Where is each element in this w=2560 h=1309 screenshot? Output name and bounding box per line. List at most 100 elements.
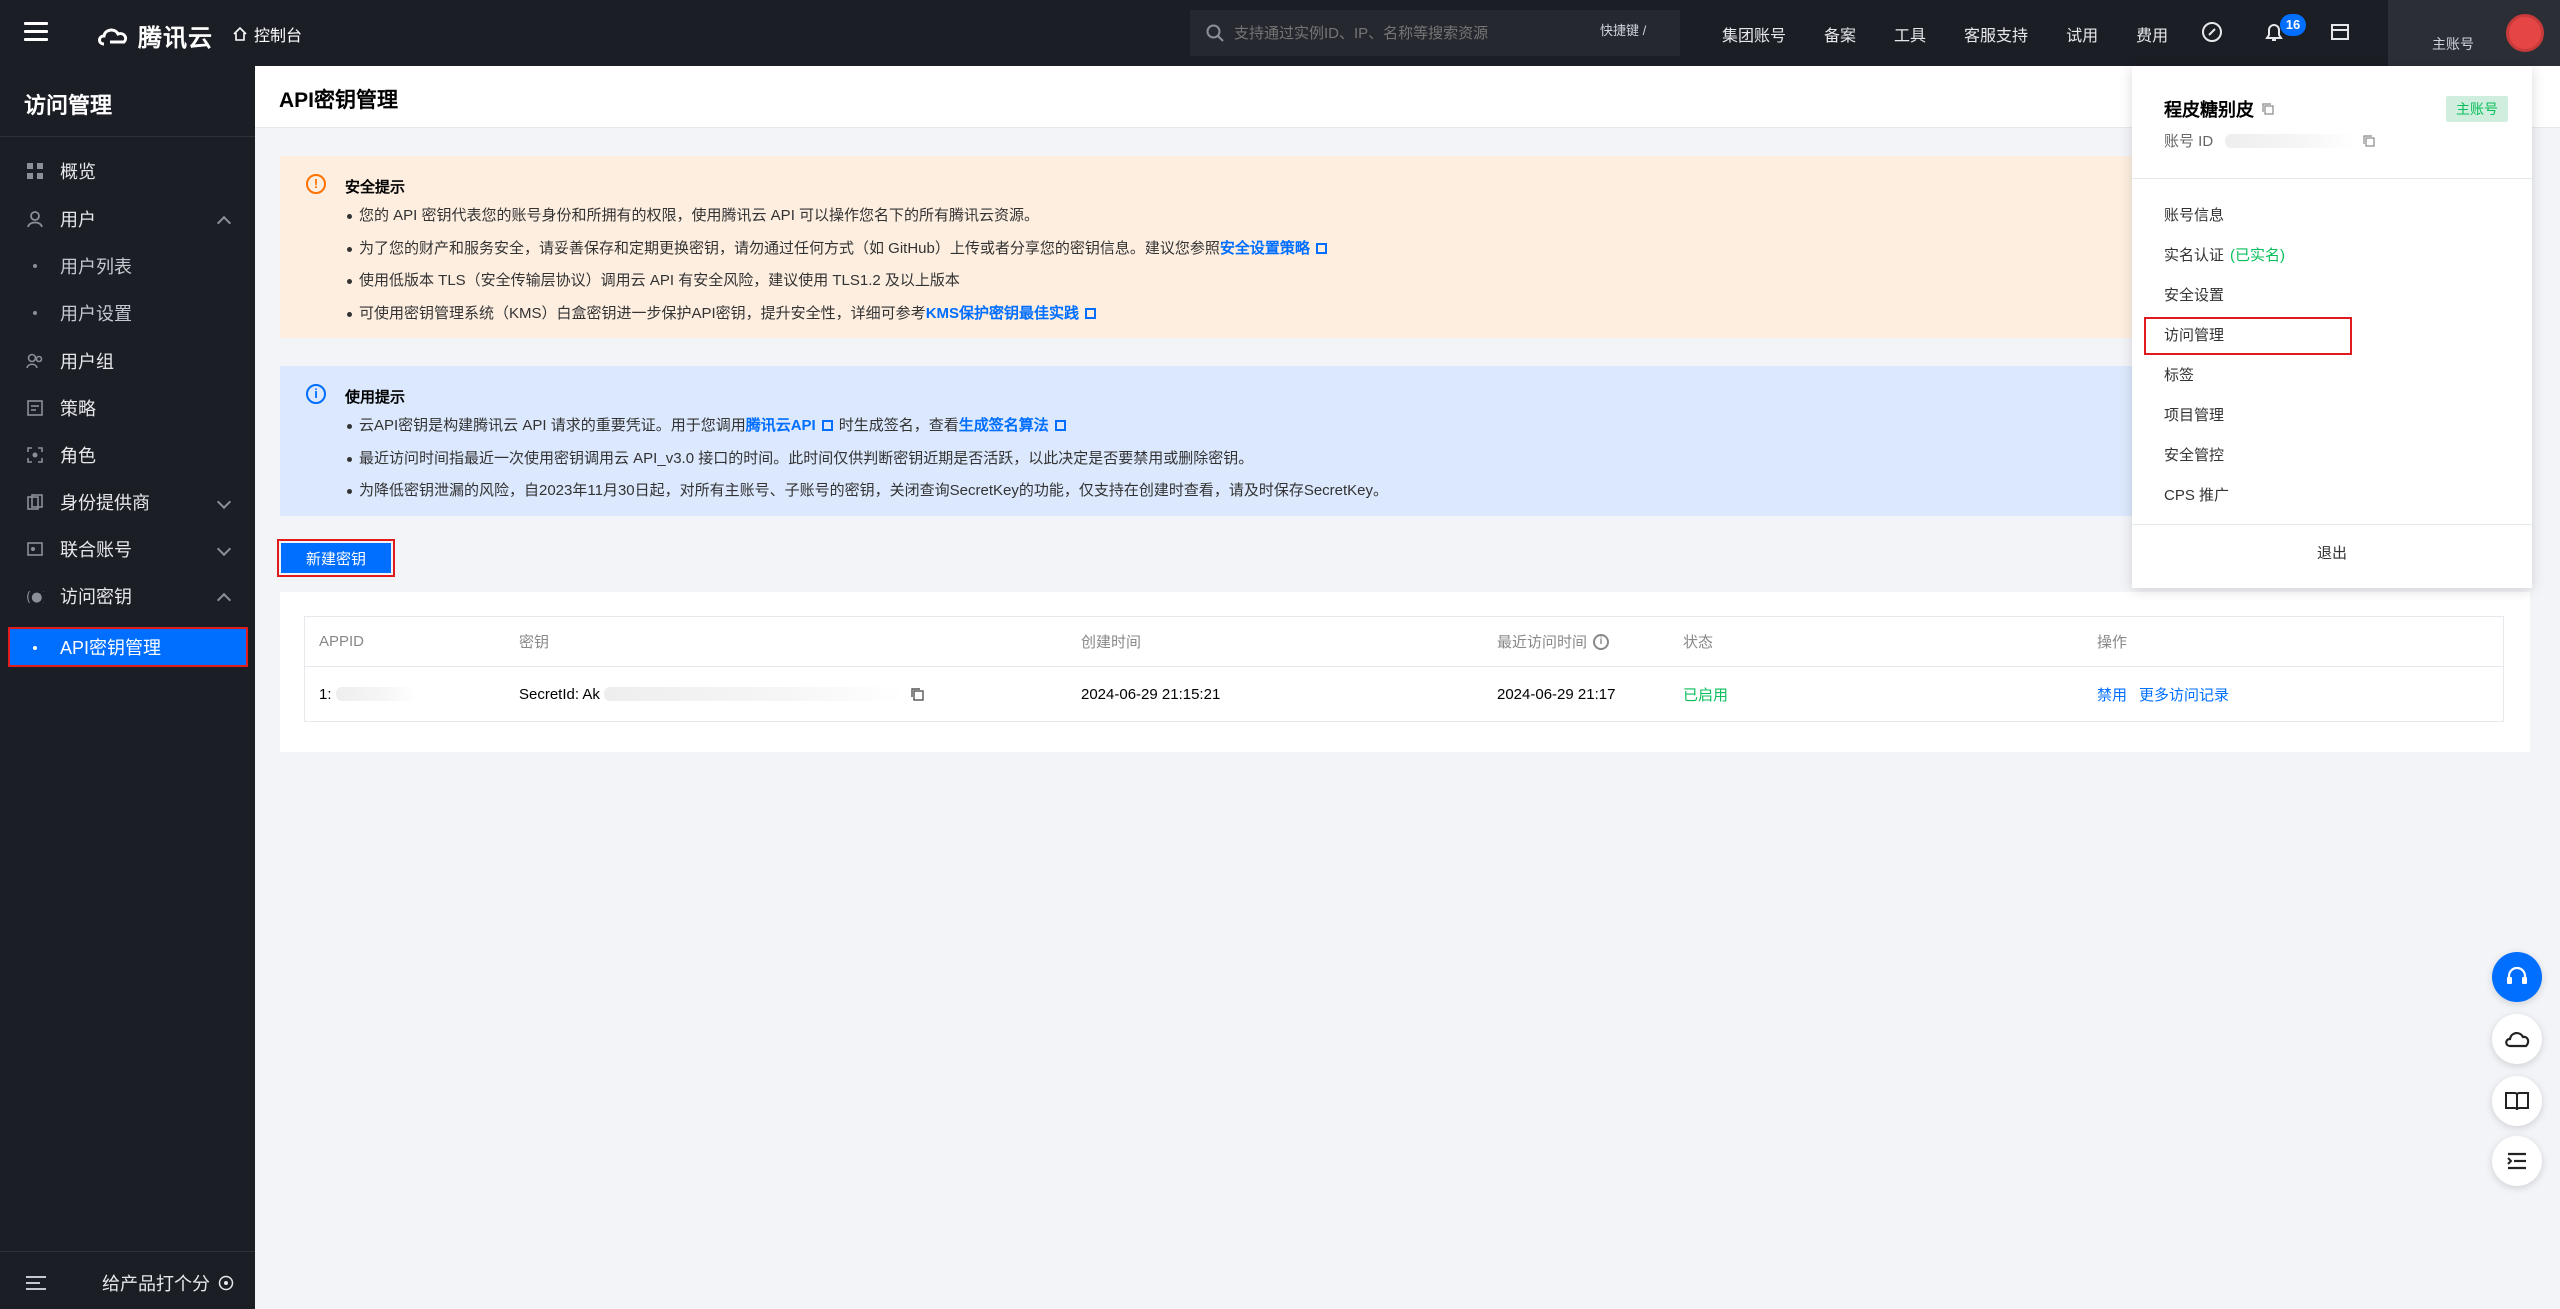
menu-icon[interactable] bbox=[24, 22, 48, 42]
brand-name: 腾讯云 bbox=[138, 25, 213, 52]
chevron-down-icon bbox=[216, 541, 232, 557]
menu-item-project-management[interactable]: 项目管理 bbox=[2164, 396, 2352, 436]
external-link-icon bbox=[1085, 307, 1097, 319]
chevron-down-icon bbox=[216, 494, 232, 510]
tencent-cloud-api-link[interactable]: 腾讯云API bbox=[746, 417, 816, 434]
new-key-button[interactable]: 新建密钥 bbox=[281, 543, 391, 573]
top-nav: 集团账号 备案 工具 客服支持 试用 费用 bbox=[1722, 22, 2206, 46]
redacted-value bbox=[2225, 133, 2356, 148]
menu-item-real-name[interactable]: 实名认证 (已实名) bbox=[2164, 236, 2352, 276]
sidebar-item-user-settings[interactable]: 用户设置 bbox=[0, 290, 255, 336]
nav-trial[interactable]: 试用 bbox=[2066, 22, 2098, 46]
account-trigger[interactable]: 主账号 bbox=[2388, 0, 2560, 66]
notification-badge: 16 bbox=[2280, 14, 2306, 36]
key-icon: (●) bbox=[26, 590, 44, 605]
list-item: 为降低密钥泄漏的风险，自2023年11月30日起，对所有主账号、子账号的密钥，关… bbox=[345, 475, 1388, 508]
menu-item-security-settings[interactable]: 安全设置 bbox=[2164, 276, 2352, 316]
nav-tools[interactable]: 工具 bbox=[1894, 22, 1926, 46]
cloud-icon bbox=[98, 28, 128, 45]
sidebar-item-identity-providers[interactable]: 身份提供商 bbox=[0, 479, 255, 525]
sidebar-item-user-list[interactable]: 用户列表 bbox=[0, 243, 255, 289]
key-table-card: APPID 密钥 创建时间 最近访问时间 i 状态 操作 1: SecretId:… bbox=[280, 592, 2530, 752]
page-title: API密钥管理 bbox=[279, 89, 399, 112]
menu-item-account-info[interactable]: 账号信息 bbox=[2164, 196, 2352, 236]
copy-icon[interactable] bbox=[2363, 134, 2375, 147]
logout-button[interactable]: 退出 bbox=[2132, 542, 2532, 563]
list-item: 最近访问时间指最近一次使用密钥调用云 API_v3.0 接口的时间。此时间仅供判… bbox=[345, 443, 1388, 476]
list-item: 为了您的财产和服务安全，请妥善保存和定期更换密钥，请勿通过任何方式（如 GitH… bbox=[345, 233, 1333, 266]
nav-support[interactable]: 客服支持 bbox=[1964, 22, 2028, 46]
col-appid: APPID bbox=[319, 633, 365, 650]
redacted-value bbox=[335, 687, 416, 701]
account-dropdown: 程皮糖别皮 主账号 账号 ID 账号信息 实名认证 (已实名) 安全设置 访问管理… bbox=[2132, 66, 2532, 588]
help-icon bbox=[218, 1275, 234, 1291]
account-type-badge: 主账号 bbox=[2446, 96, 2508, 122]
nav-group-account[interactable]: 集团账号 bbox=[1722, 22, 1786, 46]
list-item: 可使用密钥管理系统（KMS）白盒密钥进一步保护API密钥，提升安全性，详细可参考… bbox=[345, 298, 1333, 331]
cart-icon[interactable] bbox=[2328, 20, 2352, 44]
users-icon bbox=[26, 353, 43, 369]
top-bar: 腾讯云 控制台 快捷键 / 集团账号 备案 工具 客服支持 试用 费用 16 主… bbox=[0, 0, 2560, 66]
user-icon bbox=[27, 211, 43, 228]
menu-item-access-management[interactable]: 访问管理 bbox=[2144, 317, 2352, 355]
usage-notice-title: 使用提示 bbox=[345, 389, 406, 406]
menu-item-cps[interactable]: CPS 推广 bbox=[2164, 476, 2352, 516]
kms-best-practice-link[interactable]: KMS保护密钥最佳实践 bbox=[926, 305, 1079, 322]
menu-item-tags[interactable]: 标签 bbox=[2164, 356, 2352, 396]
search-input[interactable] bbox=[1234, 24, 1614, 42]
cloud-assistant-button[interactable] bbox=[2492, 1014, 2542, 1064]
info-icon[interactable]: i bbox=[1593, 633, 1610, 650]
sidebar-item-roles[interactable]: 角色 bbox=[0, 432, 255, 478]
sidebar-item-user-groups[interactable]: 用户组 bbox=[0, 338, 255, 384]
account-menu: 账号信息 实名认证 (已实名) 安全设置 访问管理 标签 项目管理 安全管控 CP… bbox=[2144, 196, 2352, 516]
nav-billing[interactable]: 费用 bbox=[2136, 22, 2168, 46]
security-policy-link[interactable]: 安全设置策略 bbox=[1220, 240, 1310, 257]
sidebar-item-access-keys[interactable]: (●) 访问密钥 bbox=[0, 573, 255, 619]
table-row: 1: SecretId: Ak 2024-06-29 21:15:21 2024… bbox=[305, 667, 2503, 721]
role-icon bbox=[27, 447, 43, 463]
sidebar-title: 访问管理 bbox=[24, 93, 113, 118]
home-icon bbox=[233, 26, 247, 41]
external-link-icon bbox=[1054, 420, 1066, 431]
sidebar-item-policies[interactable]: 策略 bbox=[0, 385, 255, 431]
security-notice-title: 安全提示 bbox=[345, 179, 406, 196]
username: 程皮糖别皮 bbox=[2164, 96, 2274, 122]
sidebar-item-api-key-management[interactable]: API密钥管理 bbox=[8, 627, 248, 667]
list-item: 您的 API 密钥代表您的账号身份和所拥有的权限，使用腾讯云 API 可以操作您… bbox=[345, 200, 1333, 233]
nav-filing[interactable]: 备案 bbox=[1824, 22, 1856, 46]
sidebar-item-users[interactable]: 用户 bbox=[0, 196, 255, 242]
cloud-icon bbox=[2505, 1032, 2530, 1048]
sidebar-item-federated-accounts[interactable]: 联合账号 bbox=[0, 526, 255, 572]
disable-link[interactable]: 禁用 bbox=[2097, 684, 2127, 705]
menu-list-button[interactable] bbox=[2492, 1136, 2542, 1186]
external-link-icon bbox=[821, 420, 833, 431]
signature-algorithm-link[interactable]: 生成签名算法 bbox=[959, 417, 1049, 434]
console-link[interactable]: 控制台 bbox=[232, 22, 302, 46]
brand-logo[interactable]: 腾讯云 bbox=[96, 18, 213, 53]
policy-icon bbox=[27, 400, 43, 416]
rate-product-link[interactable]: 给产品打个分 bbox=[102, 1270, 234, 1296]
copy-icon[interactable] bbox=[2262, 103, 2274, 115]
menu-item-security-control[interactable]: 安全管控 bbox=[2164, 436, 2352, 476]
usage-notice-list: 云API密钥是构建腾讯云 API 请求的重要凭证。用于您调用腾讯云API 时生成签… bbox=[345, 410, 1388, 508]
collapse-icon[interactable] bbox=[26, 1276, 46, 1294]
svg-text:(●): (●) bbox=[26, 590, 44, 605]
status-badge: 已启用 bbox=[1683, 686, 1729, 704]
redacted-value bbox=[603, 687, 904, 701]
key-table: APPID 密钥 创建时间 最近访问时间 i 状态 操作 1: SecretId:… bbox=[304, 616, 2504, 722]
book-icon bbox=[2505, 1092, 2529, 1111]
sidebar-item-overview[interactable]: 概览 bbox=[0, 148, 255, 194]
external-link-icon bbox=[1315, 242, 1327, 254]
col-status: 状态 bbox=[1683, 634, 1714, 651]
copy-icon[interactable] bbox=[910, 687, 924, 701]
customer-service-button[interactable] bbox=[2492, 952, 2542, 1002]
cell-appid: 1: bbox=[319, 667, 416, 721]
avatar[interactable] bbox=[2506, 14, 2544, 52]
more-access-records-link[interactable]: 更多访问记录 bbox=[2139, 684, 2229, 705]
security-notice-list: 您的 API 密钥代表您的账号身份和所拥有的权限，使用腾讯云 API 可以操作您… bbox=[345, 200, 1333, 330]
sidebar: 访问管理 概览 用户 用户列表 用户设置 用户组 策略 角色 身份提供商 联合账… bbox=[0, 66, 255, 1309]
cell-secret: SecretId: Ak bbox=[519, 667, 924, 721]
docs-button[interactable] bbox=[2492, 1076, 2542, 1126]
info-icon: i bbox=[306, 384, 326, 404]
link-icon[interactable] bbox=[2200, 20, 2224, 44]
